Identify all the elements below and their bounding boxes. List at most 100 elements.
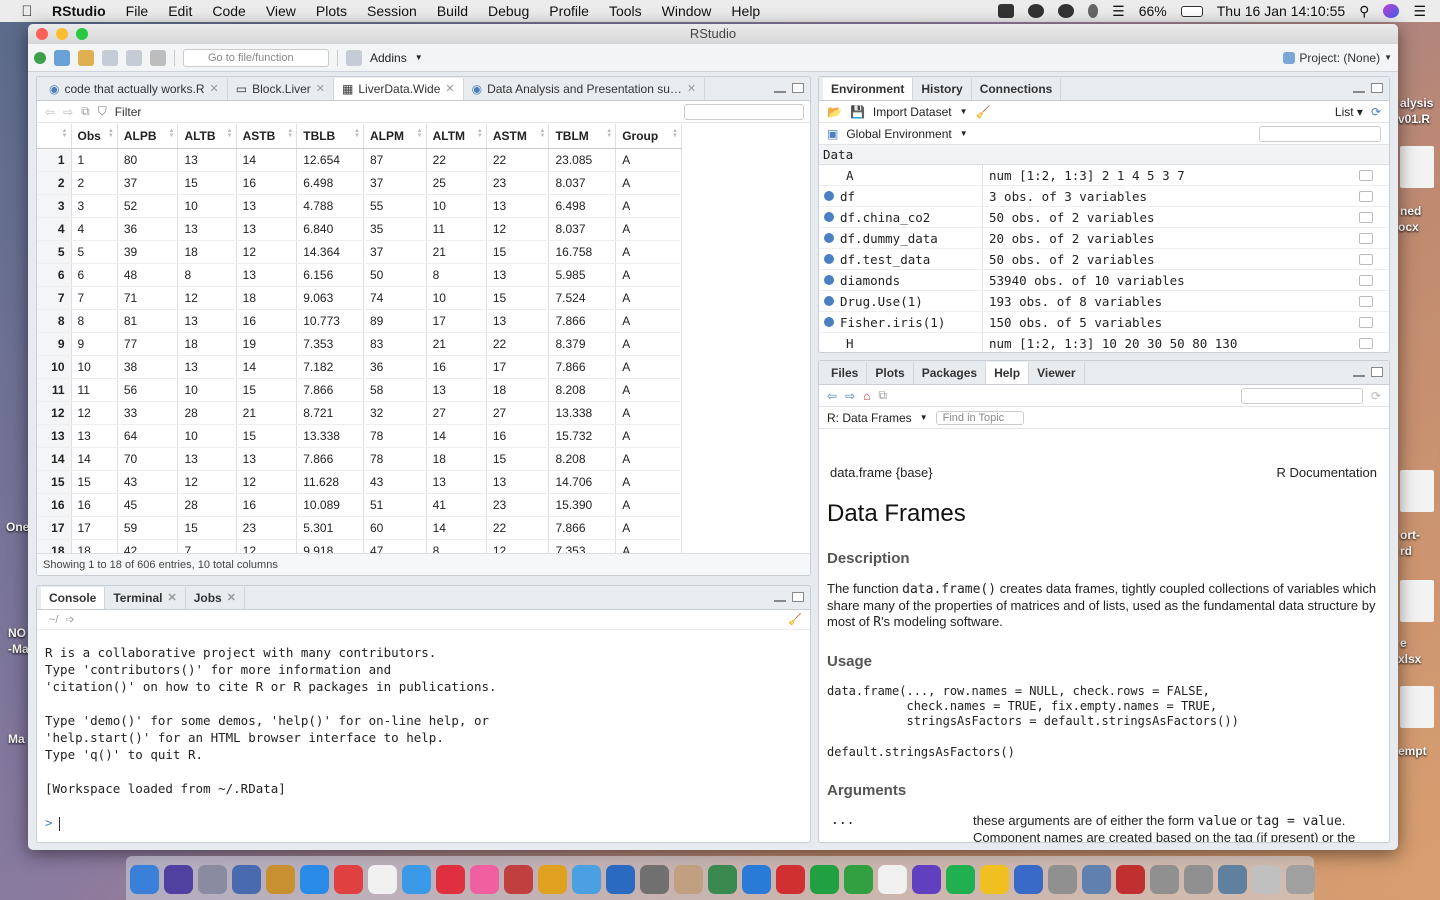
dock-app-icon[interactable]: [742, 864, 771, 894]
dock-app-icon[interactable]: [504, 864, 533, 894]
expand-icon[interactable]: [824, 294, 838, 309]
dock-app-icon[interactable]: [164, 864, 193, 894]
dock-app-icon[interactable]: [436, 864, 465, 894]
menu-app[interactable]: RStudio: [42, 3, 116, 19]
pane-window-controls[interactable]: [774, 592, 804, 602]
tab-files[interactable]: Files: [823, 362, 868, 384]
column-header[interactable]: TBLM: [548, 124, 617, 149]
notification-center-icon[interactable]: ☰: [1413, 3, 1426, 20]
dock-app-icon[interactable]: [1014, 864, 1043, 894]
view-table-icon[interactable]: [1359, 233, 1373, 244]
tab-viewer[interactable]: Viewer: [1029, 362, 1085, 384]
back-arrow-icon[interactable]: ⇦: [45, 105, 55, 119]
filter-button[interactable]: Filter: [115, 105, 142, 119]
expand-icon[interactable]: [824, 210, 838, 225]
tab-help[interactable]: Help: [986, 362, 1030, 384]
view-table-icon[interactable]: [1359, 338, 1373, 349]
dock-app-icon[interactable]: [878, 864, 907, 894]
console-prompt[interactable]: >: [45, 814, 802, 831]
dock-app-icon[interactable]: [912, 864, 941, 894]
environment-row[interactable]: Hnum [1:2, 1:3] 10 20 30 50 80 130: [819, 333, 1389, 352]
dock-app-icon[interactable]: [130, 864, 159, 894]
dock-app-icon[interactable]: [198, 864, 227, 894]
expand-icon[interactable]: [824, 315, 838, 330]
new-project-icon[interactable]: [54, 49, 70, 66]
desktop-file-icon[interactable]: [1400, 580, 1434, 622]
battery-icon[interactable]: [1180, 5, 1203, 17]
dock-app-icon[interactable]: [606, 864, 635, 894]
environment-row[interactable]: df.china_co2 50 obs. of 2 variables: [819, 207, 1389, 228]
menu-build[interactable]: Build: [427, 3, 478, 19]
rownum-header[interactable]: [37, 124, 72, 149]
tab-plots[interactable]: Plots: [867, 362, 914, 384]
menu-edit[interactable]: Edit: [158, 3, 202, 19]
forward-arrow-icon[interactable]: ⇨: [63, 105, 73, 119]
dock-app-icon[interactable]: [810, 864, 839, 894]
goto-file-input[interactable]: Go to file/function: [183, 48, 329, 67]
tab-packages[interactable]: Packages: [913, 362, 987, 384]
dock-app-icon[interactable]: [1286, 864, 1315, 894]
table-row[interactable]: 12 12 33 28 21 8.721 32 27 27 13.338 A: [37, 401, 682, 425]
dock-app-icon[interactable]: [572, 864, 601, 894]
status-app-icon[interactable]: [1028, 4, 1045, 18]
table-row[interactable]: 2 2 37 15 16 6.498 37 25 23 8.037 A: [37, 171, 682, 195]
column-header[interactable]: ASTM: [486, 124, 550, 149]
environment-row[interactable]: df 3 obs. of 3 variables: [819, 186, 1389, 207]
table-row[interactable]: 5 5 39 18 12 14.364 37 21 15 16.758 A: [37, 240, 682, 264]
column-header[interactable]: ALPM: [363, 124, 427, 149]
dock-app-icon[interactable]: [266, 864, 295, 894]
close-icon[interactable]: ✕: [445, 78, 454, 100]
tab-terminal[interactable]: Terminal ✕: [105, 587, 186, 609]
menu-view[interactable]: View: [256, 3, 306, 19]
menu-window[interactable]: Window: [652, 3, 722, 19]
view-table-icon[interactable]: [1359, 317, 1373, 328]
goto-dir-icon[interactable]: ➩: [66, 614, 75, 626]
column-header[interactable]: TBLB: [296, 124, 364, 149]
expand-icon[interactable]: [824, 273, 838, 288]
apple-icon[interactable]: : [12, 3, 42, 20]
cloud-icon[interactable]: [1058, 4, 1075, 18]
tab-liverdata-wide[interactable]: ▦ LiverData.Wide ✕: [334, 78, 464, 100]
view-table-icon[interactable]: [1359, 191, 1373, 202]
popout-icon[interactable]: ⧉: [81, 104, 90, 119]
tab-jobs[interactable]: Jobs ✕: [185, 587, 245, 609]
tab-code-file[interactable]: ◉ code that actually works.R ✕: [41, 78, 228, 100]
list-view-menu[interactable]: List ▾: [1335, 105, 1363, 119]
new-file-icon[interactable]: [34, 51, 46, 64]
filter-icon[interactable]: ⛉: [98, 104, 107, 119]
close-icon[interactable]: ✕: [210, 78, 219, 100]
dock-app-icon[interactable]: [708, 864, 737, 894]
addins-menu[interactable]: Addins: [370, 51, 407, 65]
menu-file[interactable]: File: [116, 3, 159, 19]
view-table-icon[interactable]: [1359, 275, 1373, 286]
close-window-button[interactable]: [36, 28, 48, 40]
close-icon[interactable]: ✕: [316, 78, 325, 100]
table-row[interactable]: 7 7 71 12 18 9.063 74 10 15 7.524 A: [37, 286, 682, 310]
pane-window-controls[interactable]: [1353, 83, 1383, 93]
table-row[interactable]: 9 9 77 18 19 7.353 83 21 22 8.379 A: [37, 332, 682, 356]
menu-help[interactable]: Help: [721, 3, 770, 19]
tab-history[interactable]: History: [913, 78, 972, 100]
dock-app-icon[interactable]: [1184, 864, 1213, 894]
table-row[interactable]: 13 13 64 10 15 13.338 78 14 16 15.732 A: [37, 424, 682, 448]
dock-app-icon[interactable]: [776, 864, 805, 894]
table-row[interactable]: 15 15 43 12 12 11.628 43 13 13 14.706 A: [37, 470, 682, 494]
dock-app-icon[interactable]: [368, 864, 397, 894]
home-icon[interactable]: ⌂: [863, 389, 870, 403]
column-header[interactable]: Obs: [71, 124, 118, 149]
clear-workspace-icon[interactable]: 🧹: [976, 105, 991, 119]
environment-row[interactable]: df.dummy_data 20 obs. of 2 variables: [819, 228, 1389, 249]
environment-search-input[interactable]: [1259, 125, 1381, 142]
clock[interactable]: Thu 16 Jan 14:10:55: [1217, 3, 1345, 19]
dock-app-icon[interactable]: [1048, 864, 1077, 894]
find-in-topic-input[interactable]: Find in Topic: [935, 410, 1024, 425]
environment-row[interactable]: df.test_data 50 obs. of 2 variables: [819, 249, 1389, 270]
table-row[interactable]: 3 3 52 10 13 4.788 55 10 13 6.498 A: [37, 194, 682, 218]
menu-plots[interactable]: Plots: [306, 3, 357, 19]
tab-connections[interactable]: Connections: [971, 78, 1062, 100]
column-header[interactable]: ASTB: [236, 124, 298, 149]
close-icon[interactable]: ✕: [227, 587, 236, 609]
dock-app-icon[interactable]: [538, 864, 567, 894]
window-titlebar[interactable]: RStudio: [28, 24, 1398, 44]
spotlight-icon[interactable]: ⚲: [1359, 3, 1369, 20]
